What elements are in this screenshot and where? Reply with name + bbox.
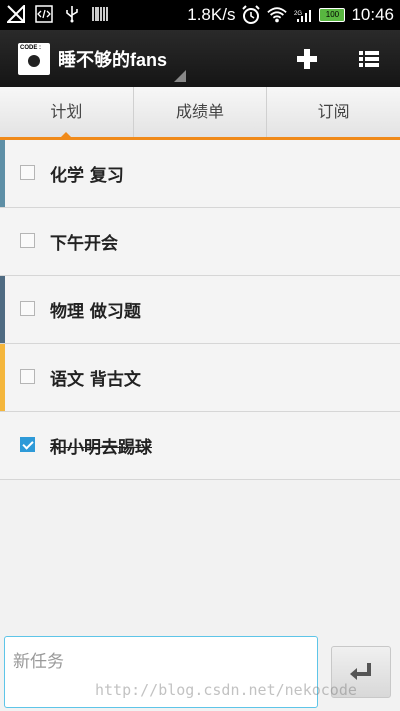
- list-item[interactable]: 化学 复习: [0, 140, 400, 208]
- list-icon: [359, 51, 379, 67]
- list-item[interactable]: 和小明去踢球: [0, 412, 400, 480]
- task-label: 和小明去踢球: [50, 438, 152, 458]
- battery-icon: 100: [319, 8, 346, 22]
- network-speed: 1.8K/s: [187, 5, 236, 24]
- enter-icon: [350, 663, 371, 680]
- signal-icon: 2G: [293, 5, 313, 25]
- add-button[interactable]: [292, 44, 322, 74]
- task-label: 语文 背古文: [50, 370, 141, 390]
- app-logo[interactable]: CODE :: [18, 43, 50, 75]
- app-bar: CODE : 睡不够的fans: [0, 30, 400, 87]
- tab-bar: 计划 成绩单 订阅: [0, 87, 400, 140]
- task-checkbox[interactable]: [20, 233, 35, 248]
- status-bar: 1.8K/s 2G 100 10:46: [0, 0, 400, 30]
- tab-label: 成绩单: [176, 102, 225, 121]
- task-color-bar: [0, 140, 5, 207]
- tab-label: 订阅: [317, 102, 350, 121]
- usb-icon: [62, 4, 82, 24]
- barcode-icon: [90, 4, 110, 24]
- menu-button[interactable]: [354, 44, 384, 74]
- tab-plan[interactable]: 计划: [0, 87, 133, 140]
- tab-label: 计划: [50, 102, 83, 121]
- task-color-bar: [0, 344, 5, 411]
- plus-icon: [297, 49, 317, 69]
- task-label: 化学 复习: [50, 166, 124, 186]
- task-checkbox[interactable]: [20, 301, 35, 316]
- wifi-icon: [267, 5, 288, 25]
- logo-text: CODE :: [20, 45, 41, 51]
- task-label: 物理 做习题: [50, 302, 141, 322]
- avatar: [28, 55, 40, 67]
- tab-subscriptions[interactable]: 订阅: [266, 87, 400, 137]
- tab-report-card[interactable]: 成绩单: [132, 87, 267, 137]
- dropdown-arrow-icon[interactable]: [174, 70, 186, 82]
- task-checkbox[interactable]: [20, 165, 35, 180]
- task-checkbox[interactable]: [20, 437, 35, 452]
- clock: 10:46: [351, 5, 394, 24]
- task-list: 化学 复习 下午开会 物理 做习题 语文 背古文 和小明去踢球: [0, 140, 400, 480]
- list-item[interactable]: 语文 背古文: [0, 344, 400, 412]
- code-icon: [34, 4, 54, 24]
- status-left-icons: [6, 4, 110, 24]
- list-item[interactable]: 物理 做习题: [0, 276, 400, 344]
- status-right: 1.8K/s 2G 100 10:46: [187, 0, 394, 30]
- task-label: 下午开会: [50, 234, 118, 254]
- no-signal-icon: [6, 4, 26, 24]
- list-item[interactable]: 下午开会: [0, 208, 400, 276]
- alarm-icon: [241, 5, 261, 25]
- task-color-bar: [0, 276, 5, 343]
- watermark: http://blog.csdn.net/nekocode: [95, 681, 357, 699]
- task-checkbox[interactable]: [20, 369, 35, 384]
- app-title[interactable]: 睡不够的fans: [58, 46, 167, 72]
- active-tab-indicator: [58, 132, 75, 140]
